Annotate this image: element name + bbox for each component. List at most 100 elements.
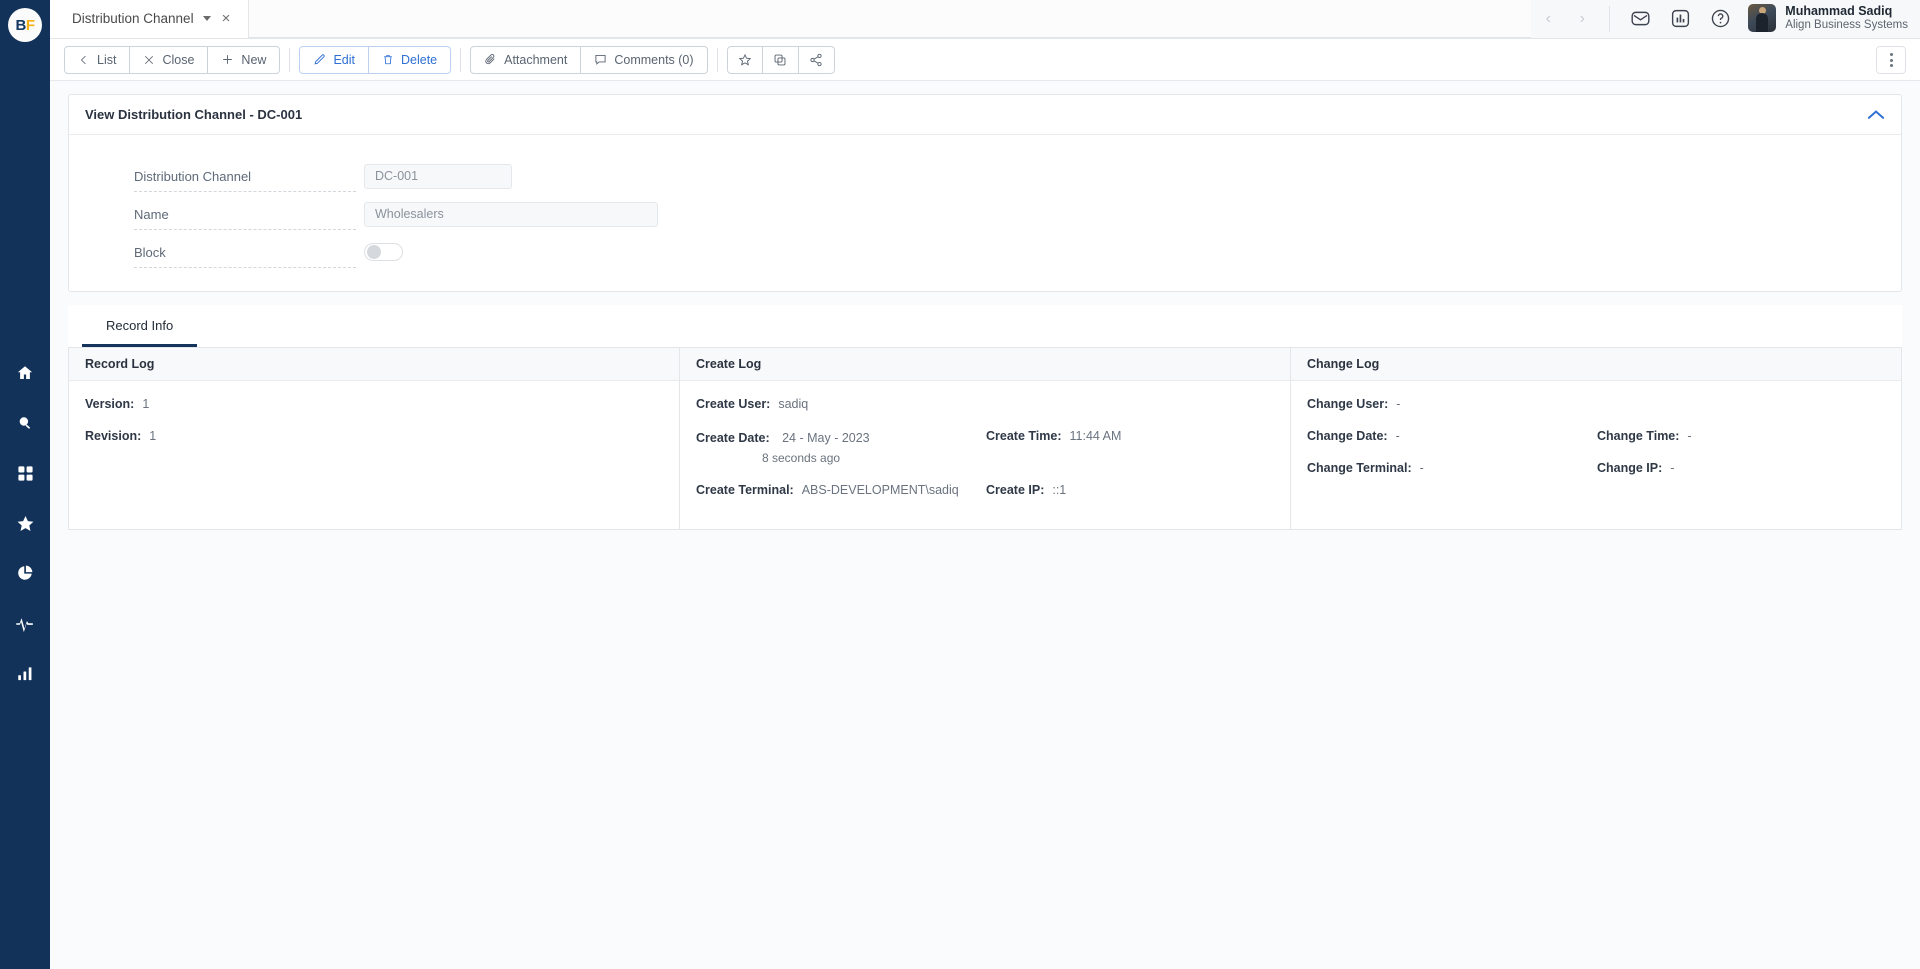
left-sidebar: BF <box>0 0 50 969</box>
copy-button[interactable] <box>762 45 799 74</box>
sidebar-item-search[interactable] <box>12 410 38 436</box>
log-key: Create Date: <box>696 431 770 445</box>
list-button[interactable]: List <box>64 45 131 74</box>
panel-title-change-log: Change Log <box>1291 348 1901 381</box>
avatar <box>1748 4 1777 33</box>
attachment-button-label: Attachment <box>504 52 568 67</box>
plus-icon <box>223 55 233 64</box>
collapse-card-button[interactable] <box>1867 109 1885 120</box>
user-menu[interactable]: Muhammad Sadiq Align Business Systems <box>1740 4 1908 33</box>
close-icon <box>145 55 154 64</box>
content-area: View Distribution Channel - DC-001 Distr… <box>50 81 1920 969</box>
tab-close-icon[interactable]: × <box>220 11 233 26</box>
sidebar-item-home[interactable] <box>12 360 38 386</box>
panel-title-record-log: Record Log <box>69 348 679 381</box>
prev-record-button[interactable]: ‹ <box>1531 0 1565 38</box>
toolbar-divider-3 <box>716 47 718 72</box>
chevron-down-icon[interactable] <box>202 16 211 21</box>
log-entry-create-date: Create Date: 24 - May - 2023 8 seconds a… <box>696 429 986 465</box>
sidebar-item-analytics[interactable] <box>12 660 38 686</box>
close-button-label: Close <box>162 52 195 67</box>
panel-body-change-log: Change User: - Change Date: - Change Tim… <box>1291 381 1901 529</box>
quick-action-group <box>726 45 835 74</box>
log-entry-create-ip: Create IP: ::1 <box>986 483 1066 497</box>
comments-button[interactable]: Comments (0) <box>581 45 708 74</box>
field-label-distribution-channel: Distribution Channel <box>134 169 356 192</box>
field-row-name: Name Wholesalers <box>69 195 1901 233</box>
name-input[interactable]: Wholesalers <box>364 201 658 227</box>
log-value: 24 - May - 2023 <box>782 431 870 445</box>
log-key: Revision: <box>85 429 142 443</box>
edit-button[interactable]: Edit <box>299 45 369 74</box>
log-value: sadiq <box>778 397 809 411</box>
record-action-group: Edit Delete <box>299 45 452 74</box>
favorite-button[interactable] <box>726 45 763 74</box>
log-entry-change-time: Change Time: - <box>1597 429 1692 443</box>
field-row-distribution-channel: Distribution Channel DC-001 <box>69 157 1901 195</box>
sidebar-item-apps[interactable] <box>12 460 38 486</box>
app-root: BF Distribution Channel × ‹ › Muhammad S… <box>0 0 1920 969</box>
help-icon <box>1711 9 1730 28</box>
log-key: Change Terminal: <box>1307 461 1412 475</box>
panel-create-log: Create Log Create User: sadiq Create Dat… <box>680 348 1291 529</box>
star-icon <box>17 515 33 531</box>
kebab-dot <box>1889 64 1893 67</box>
sidebar-item-favorites[interactable] <box>12 510 38 536</box>
log-row: Change User: - <box>1307 397 1885 411</box>
log-entry-create-terminal: Create Terminal: ABS-DEVELOPMENT\sadiq <box>696 483 986 497</box>
more-options-button[interactable] <box>1876 46 1906 74</box>
record-info-section: Record Info Record Log Version: 1 Revisi… <box>68 305 1902 530</box>
distribution-channel-input[interactable]: DC-001 <box>364 163 512 189</box>
tabbar-spacer <box>249 0 1532 38</box>
log-value: ABS-DEVELOPMENT\sadiq <box>801 483 959 497</box>
header-controls: ‹ › Muhammad Sadiq Align Business System… <box>1531 0 1920 38</box>
mail-icon <box>1631 11 1650 26</box>
log-panels: Record Log Version: 1 Revision: 1 Create… <box>68 348 1902 530</box>
log-entry-change-date: Change Date: - <box>1307 429 1597 443</box>
log-value: - <box>1670 461 1675 475</box>
main-area: Distribution Channel × ‹ › Muhammad Sadi… <box>50 0 1920 969</box>
toggle-knob <box>367 245 381 259</box>
comments-button-label: Comments (0) <box>614 52 694 67</box>
log-value: 1 <box>149 429 157 443</box>
kebab-dot <box>1889 53 1893 56</box>
log-entry-create-time: Create Time: 11:44 AM <box>986 429 1121 465</box>
tab-distribution-channel[interactable]: Distribution Channel × <box>50 0 250 38</box>
kebab-dot <box>1889 58 1893 62</box>
attachment-button[interactable]: Attachment <box>470 45 582 74</box>
block-toggle[interactable] <box>364 243 403 261</box>
log-value: - <box>1687 429 1692 443</box>
home-icon <box>17 366 33 379</box>
sidebar-item-activity[interactable] <box>12 610 38 636</box>
reports-button[interactable] <box>1660 0 1700 38</box>
delete-button[interactable]: Delete <box>368 45 452 74</box>
log-value: 11:44 AM <box>1069 429 1122 443</box>
mail-button[interactable] <box>1620 0 1660 38</box>
logo-letter-f: F <box>25 16 35 34</box>
close-button[interactable]: Close <box>130 45 209 74</box>
field-label-name: Name <box>134 207 356 230</box>
panel-record-log: Record Log Version: 1 Revision: 1 <box>69 348 680 529</box>
panel-change-log: Change Log Change User: - Change Date: -… <box>1291 348 1901 529</box>
new-button[interactable]: New <box>208 45 281 74</box>
log-row: Create Date: 24 - May - 2023 8 seconds a… <box>696 429 1274 465</box>
share-button[interactable] <box>798 45 835 74</box>
page-title: View Distribution Channel - DC-001 <box>85 107 303 122</box>
log-row: Create Terminal: ABS-DEVELOPMENT\sadiq C… <box>696 483 1274 497</box>
log-row: Revision: 1 <box>85 429 663 443</box>
copy-icon <box>774 54 786 65</box>
tab-record-info[interactable]: Record Info <box>82 305 198 347</box>
log-key: Create Terminal: <box>696 483 794 497</box>
chart-report-icon <box>1671 9 1689 28</box>
bar-chart-icon <box>18 667 32 681</box>
next-record-button[interactable]: › <box>1565 0 1599 38</box>
sidebar-item-reports[interactable] <box>12 560 38 586</box>
app-logo[interactable]: BF <box>0 0 50 50</box>
tab-label: Distribution Channel <box>72 11 194 26</box>
log-key: Create Time: <box>986 429 1062 443</box>
log-row: Create User: sadiq <box>696 397 1274 411</box>
log-entry-change-terminal: Change Terminal: - <box>1307 461 1597 475</box>
help-button[interactable] <box>1700 0 1740 38</box>
edit-button-label: Edit <box>333 52 355 67</box>
star-outline-icon <box>738 53 751 66</box>
